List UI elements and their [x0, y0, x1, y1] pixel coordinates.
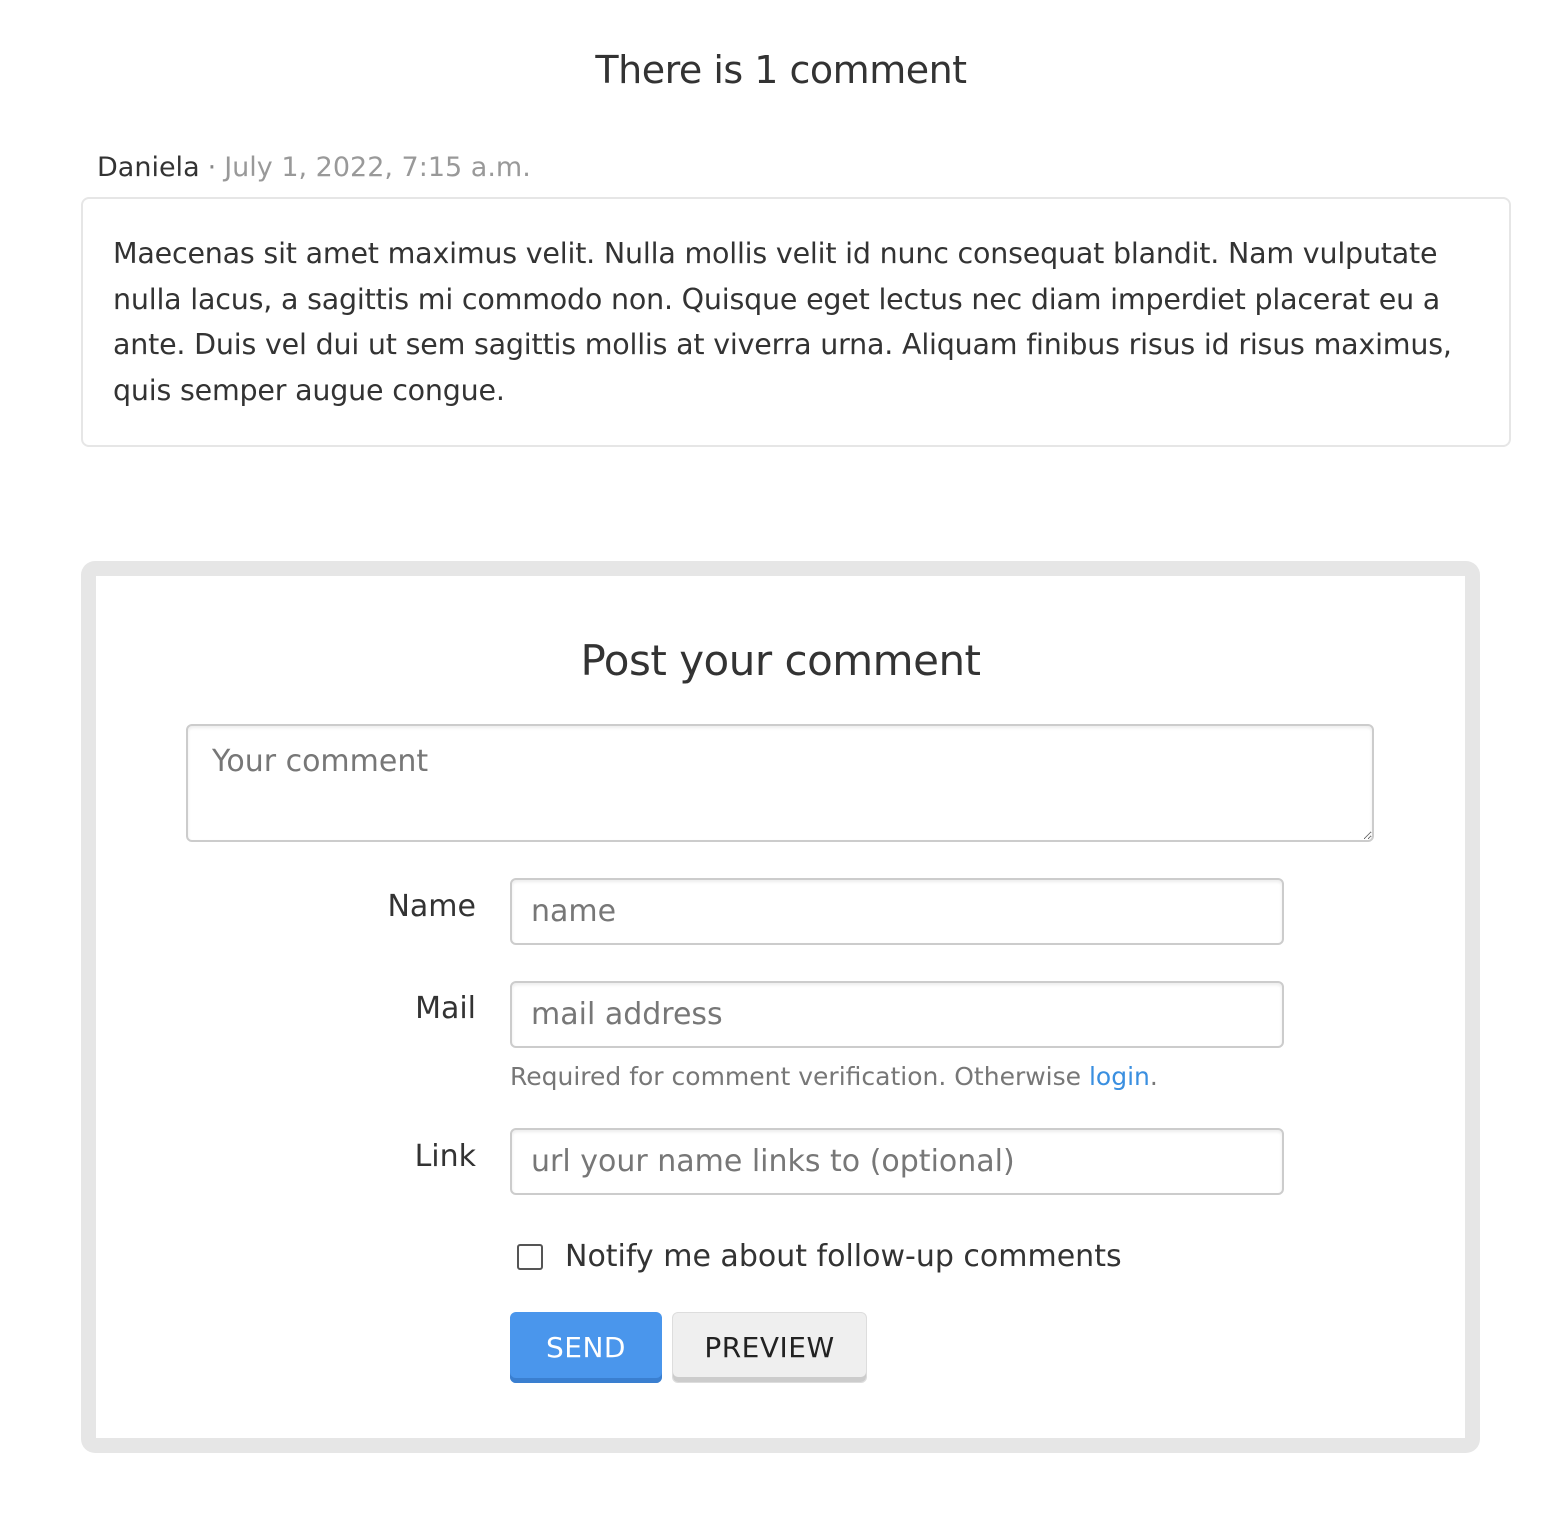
- meta-separator: ·: [207, 152, 217, 183]
- send-button[interactable]: SEND: [510, 1312, 662, 1383]
- mail-label: Mail: [415, 991, 476, 1026]
- comment-body: Maecenas sit amet maximus velit. Nulla m…: [113, 237, 1452, 407]
- mail-help-message: Required for comment verification. Other…: [510, 1062, 1089, 1091]
- notify-label[interactable]: Notify me about follow-up comments: [565, 1239, 1122, 1274]
- comment-card: Maecenas sit amet maximus velit. Nulla m…: [81, 197, 1511, 447]
- post-comment-panel: Post your comment Name Mail Required for…: [81, 561, 1480, 1453]
- mail-input[interactable]: [510, 981, 1284, 1048]
- notify-checkbox[interactable]: [517, 1243, 543, 1270]
- name-label: Name: [387, 889, 476, 924]
- comment-author: Daniela: [97, 152, 200, 183]
- link-label: Link: [414, 1139, 476, 1174]
- mail-help-period: .: [1149, 1062, 1158, 1091]
- post-comment-title: Post your comment: [580, 636, 981, 685]
- preview-button[interactable]: PREVIEW: [672, 1312, 867, 1383]
- mail-help-text: Required for comment verification. Other…: [510, 1062, 1158, 1091]
- name-input[interactable]: [510, 878, 1284, 945]
- comment-date: July 1, 2022, 7:15 a.m.: [224, 152, 531, 183]
- comment-textarea[interactable]: [186, 724, 1374, 842]
- login-link[interactable]: login: [1089, 1062, 1150, 1091]
- notify-row: Notify me about follow-up comments: [517, 1239, 1122, 1274]
- link-input[interactable]: [510, 1128, 1284, 1195]
- comments-count-heading: There is 1 comment: [595, 48, 967, 92]
- post-comment-form: Post your comment Name Mail Required for…: [96, 576, 1465, 1438]
- comment-meta: Daniela · July 1, 2022, 7:15 a.m.: [97, 152, 531, 183]
